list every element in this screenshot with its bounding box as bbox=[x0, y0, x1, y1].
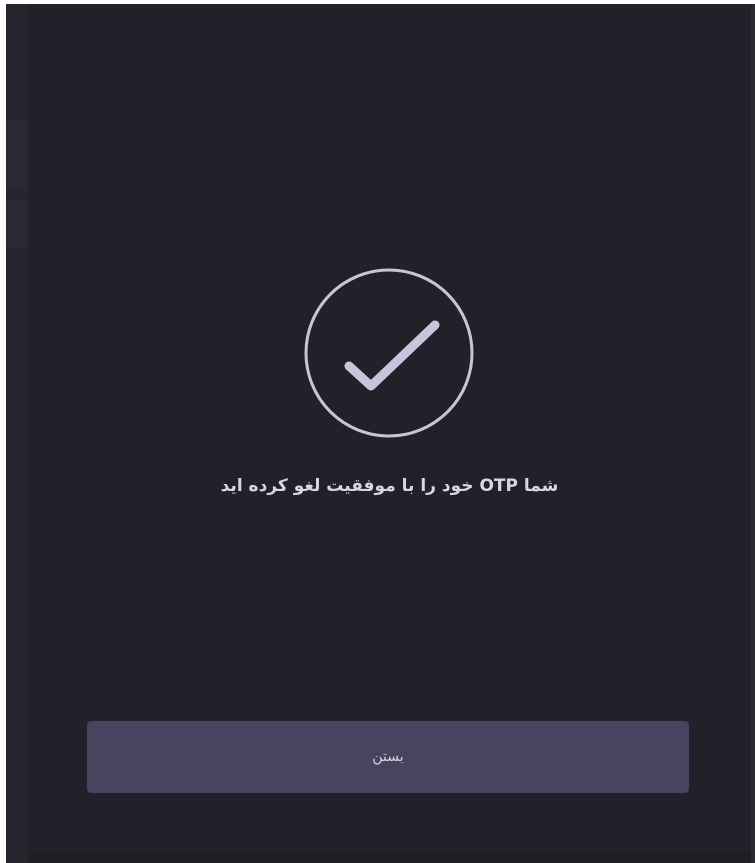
background-scroll-edge bbox=[751, 4, 755, 863]
background-panel-element bbox=[6, 199, 28, 249]
success-message: شما OTP خود را با موفقیت لغو کرده اید bbox=[220, 476, 559, 496]
close-button[interactable]: بستن bbox=[87, 721, 689, 793]
background-panel-edge bbox=[6, 4, 28, 863]
background-panel-element bbox=[6, 119, 28, 189]
check-circle-icon bbox=[304, 268, 474, 438]
close-button-label: بستن bbox=[372, 749, 404, 765]
otp-cancel-success-dialog: شما OTP خود را با موفقیت لغو کرده اید بس… bbox=[28, 4, 751, 853]
